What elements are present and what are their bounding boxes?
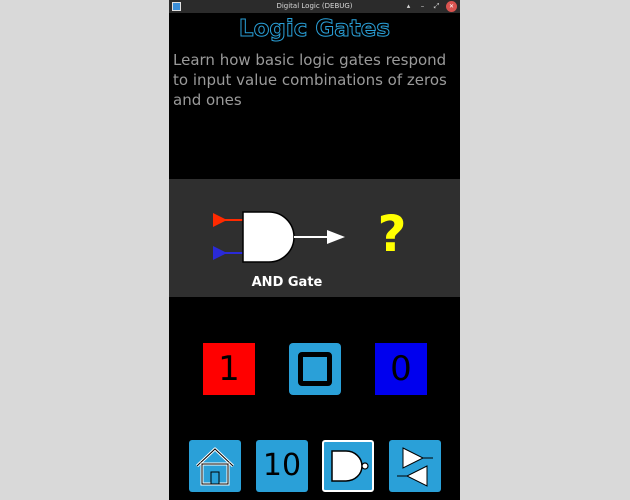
close-button[interactable]: ✕ — [446, 1, 457, 12]
buffer-gates-button[interactable] — [389, 440, 441, 492]
input-one-button[interactable]: 1 — [203, 343, 255, 395]
maximize-button[interactable]: ⤢ — [431, 1, 442, 12]
blue-input-arrow-icon — [213, 246, 243, 260]
home-button[interactable] — [189, 440, 241, 492]
binary-button[interactable]: 10 — [256, 440, 308, 492]
gate-name-label: AND Gate — [251, 275, 323, 290]
page-description: Learn how basic logic gates respond to i… — [173, 51, 447, 109]
stop-button[interactable] — [289, 343, 341, 395]
page-title: Logic Gates — [238, 16, 391, 43]
red-input-arrow-icon — [213, 213, 243, 227]
gates-button[interactable] — [322, 440, 374, 492]
minimize-button[interactable]: – — [417, 1, 428, 12]
nand-gate-icon — [331, 450, 369, 482]
title-bar: Digital Logic (DEBUG) ▴ – ⤢ ✕ — [169, 0, 460, 13]
and-gate-icon — [242, 211, 295, 263]
stop-icon — [298, 352, 332, 386]
keep-above-icon[interactable]: ▴ — [403, 1, 414, 12]
app-window: Digital Logic (DEBUG) ▴ – ⤢ ✕ Logic Gate… — [169, 0, 460, 500]
home-icon — [195, 447, 235, 486]
gate-output-value: ? — [377, 205, 407, 263]
input-zero-button[interactable]: 0 — [375, 343, 427, 395]
output-arrow-icon — [294, 230, 345, 244]
buffer-gates-icon — [397, 447, 433, 487]
gate-display-panel: ? AND Gate — [169, 179, 460, 297]
